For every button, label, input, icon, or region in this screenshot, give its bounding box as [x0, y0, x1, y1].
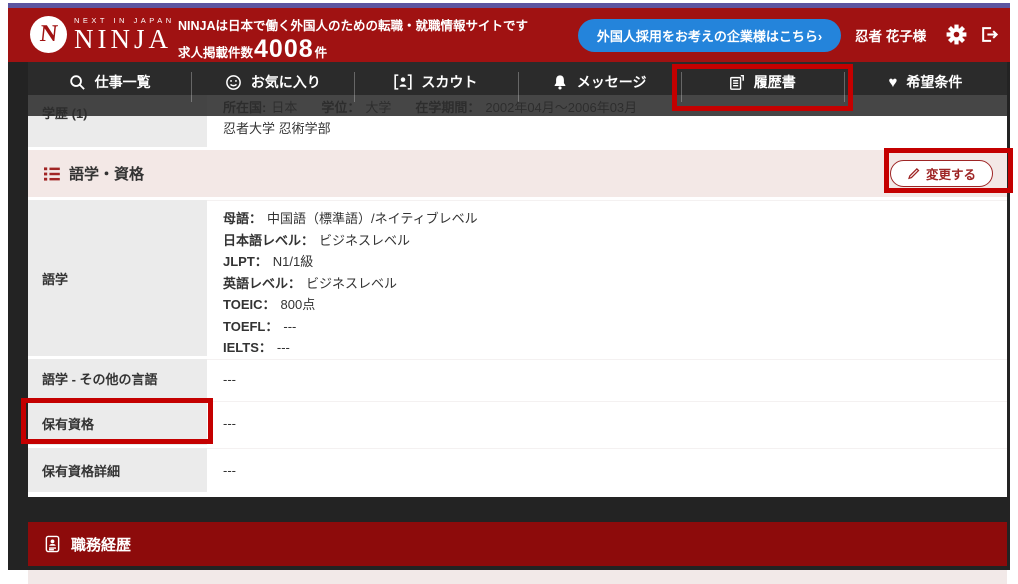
tagline-text: NINJAは日本で働く外国人のための転職・就職情報サイトです: [178, 15, 528, 34]
language-row: 語学 母語：中国語（標準語）/ネイティブレベル 日本語レベル：ビジネスレベル J…: [28, 200, 1007, 356]
user-name[interactable]: 忍者 花子様: [855, 8, 926, 62]
site-tagline: NINJAは日本で働く外国人のための転職・就職情報サイトです 求人掲載件数 40…: [178, 15, 528, 64]
certifications-value: ---: [207, 401, 1007, 445]
nav-item-scout[interactable]: スカウト: [354, 62, 517, 116]
ninja-logo-mark-icon: N: [30, 16, 67, 53]
jobs-count-label: 求人掲載件数: [178, 42, 253, 61]
list-icon: [44, 166, 60, 182]
favorite-smiley-icon: [225, 74, 242, 91]
next-section-strip: [28, 570, 1007, 584]
logo-name: NINJA: [74, 25, 175, 53]
certifications-row: 保有資格 ---: [28, 401, 1007, 445]
logout-icon[interactable]: [980, 25, 999, 44]
nav-label: お気に入り: [251, 72, 321, 92]
certifications-label: 保有資格: [28, 401, 207, 445]
certifications-detail-label: 保有資格詳細: [28, 448, 207, 492]
resume-table: 学歴 (1) 所在国:日本学位：大学在学期間：2002年04月～2006年03月…: [28, 95, 1007, 497]
nav-label: 仕事一覧: [95, 72, 151, 92]
nav-item-preferences[interactable]: ♥ 希望条件: [844, 62, 1007, 116]
scout-person-icon: [394, 74, 412, 90]
heart-icon: ♥: [888, 75, 897, 90]
gear-icon[interactable]: [946, 24, 967, 45]
jobs-count-value: 4008: [254, 35, 314, 64]
ninja-resume-page: N NEXT IN JAPAN NINJA NINJAは日本で働く外国人のための…: [0, 0, 1018, 584]
work-history-icon: [44, 535, 61, 553]
site-header: N NEXT IN JAPAN NINJA NINJAは日本で働く外国人のための…: [8, 8, 1010, 62]
nav-label: メッセージ: [577, 72, 647, 92]
nav-item-favorites[interactable]: お気に入り: [191, 62, 354, 116]
nav-label: スカウト: [421, 72, 477, 92]
language-label: 語学: [28, 200, 207, 356]
nav-label: 履歴書: [754, 72, 796, 92]
work-history-title: 職務経歴: [71, 534, 131, 555]
certifications-detail-value: ---: [207, 448, 1007, 492]
message-bell-icon: [552, 74, 568, 91]
resume-document-icon: [729, 74, 745, 91]
logo-text: NEXT IN JAPAN NINJA: [74, 12, 175, 53]
nav-item-resume[interactable]: 履歴書: [681, 62, 844, 116]
ninja-logo[interactable]: N NEXT IN JAPAN NINJA: [30, 12, 175, 53]
certifications-detail-row: 保有資格詳細 ---: [28, 448, 1007, 492]
nav-item-messages[interactable]: メッセージ: [518, 62, 681, 116]
nav-item-jobs[interactable]: 仕事一覧: [28, 62, 191, 116]
work-history-section-header: 職務経歴: [28, 522, 1007, 566]
main-nav: 仕事一覧 お気に入り スカウト: [28, 62, 1007, 116]
language-value: 母語：中国語（標準語）/ネイティブレベル 日本語レベル：ビジネスレベル JLPT…: [207, 200, 1007, 356]
employer-cta-button[interactable]: 外国人採用をお考えの企業様はこちら›: [578, 19, 841, 52]
jobs-count-unit: 件: [315, 42, 328, 61]
language-section-header: 語学・資格 変更する: [28, 150, 1007, 197]
change-button[interactable]: 変更する: [890, 160, 993, 187]
other-languages-label: 語学 - その他の言語: [28, 359, 207, 398]
nav-label: 希望条件: [906, 72, 962, 92]
other-languages-row: 語学 - その他の言語 ---: [28, 359, 1007, 398]
search-icon: [69, 74, 86, 91]
jobs-count-line: 求人掲載件数 4008 件: [178, 35, 528, 64]
other-languages-value: ---: [207, 359, 1007, 398]
education-school: 忍者大学 忍術学部: [223, 118, 1007, 139]
language-section-title: 語学・資格: [69, 163, 144, 184]
